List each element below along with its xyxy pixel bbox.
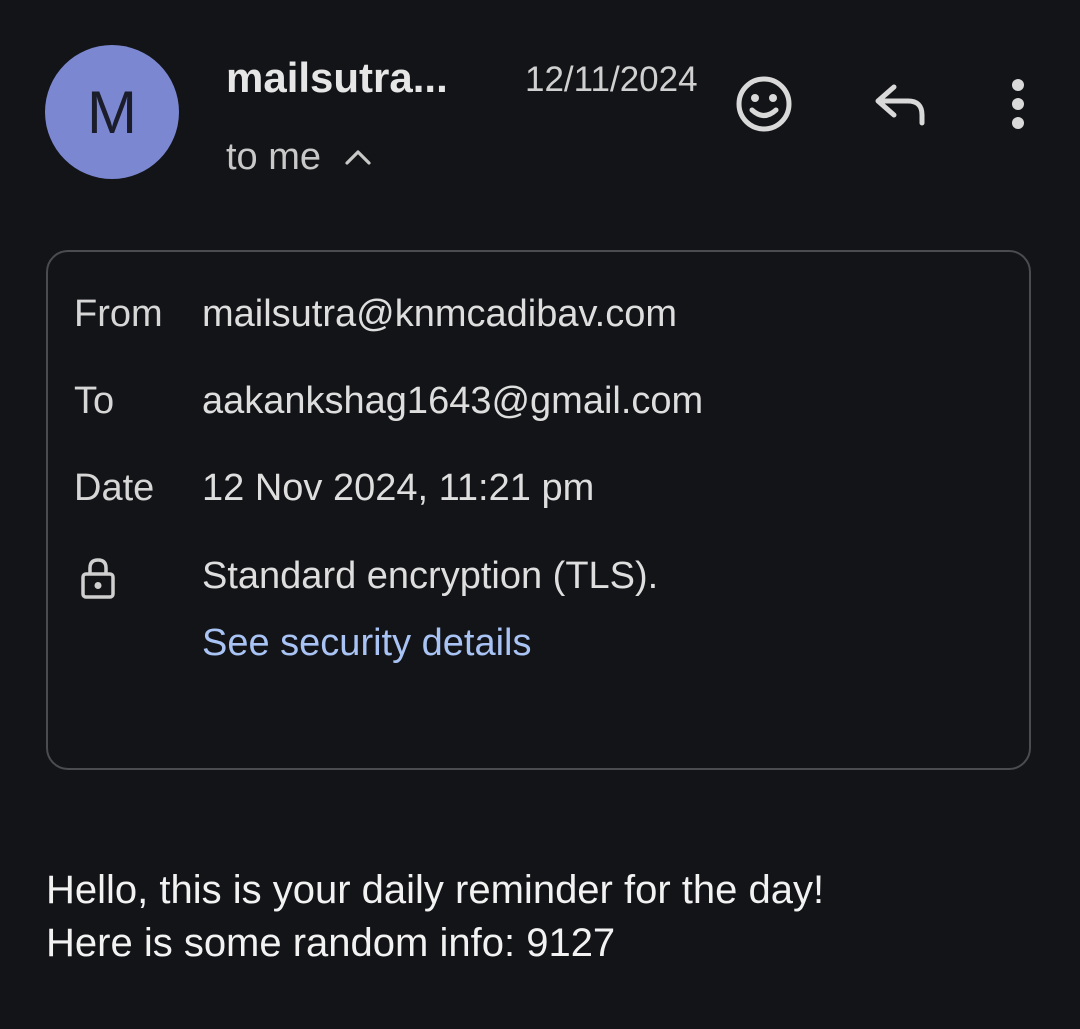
message-line-2: Here is some random info: 9127 [46, 921, 616, 965]
message-body: Hello, this is your daily reminder for t… [46, 864, 824, 970]
chevron-up-icon [345, 150, 371, 165]
sender-name[interactable]: mailsutra... [226, 52, 448, 104]
see-security-details-link[interactable]: See security details [202, 619, 532, 667]
to-address[interactable]: aakankshag1643@gmail.com [202, 377, 703, 425]
avatar-letter: M [87, 78, 137, 146]
from-label: From [74, 293, 163, 335]
to-label: To [74, 380, 115, 422]
reply-button[interactable] [868, 76, 932, 132]
smiley-face-icon [736, 76, 792, 132]
date-value: 12 Nov 2024, 11:21 pm [202, 467, 595, 509]
lock-icon [81, 558, 115, 599]
email-date: 12/11/2024 [525, 60, 698, 99]
message-line-1: Hello, this is your daily reminder for t… [46, 868, 825, 912]
more-options-button[interactable] [996, 74, 1040, 134]
encryption-text: Standard encryption (TLS). [202, 555, 659, 597]
email-details-panel: From mailsutra@knmcadibav.com To aakanks… [46, 250, 1031, 770]
reply-arrow-icon [875, 84, 925, 126]
recipient-toggle[interactable]: to me [226, 133, 373, 181]
from-address[interactable]: mailsutra@knmcadibav.com [202, 290, 677, 338]
avatar[interactable]: M [45, 45, 179, 179]
add-reaction-button[interactable] [732, 72, 796, 136]
date-label: Date [74, 467, 155, 509]
recipient-summary: to me [226, 136, 322, 178]
more-vertical-icon [1012, 79, 1024, 129]
